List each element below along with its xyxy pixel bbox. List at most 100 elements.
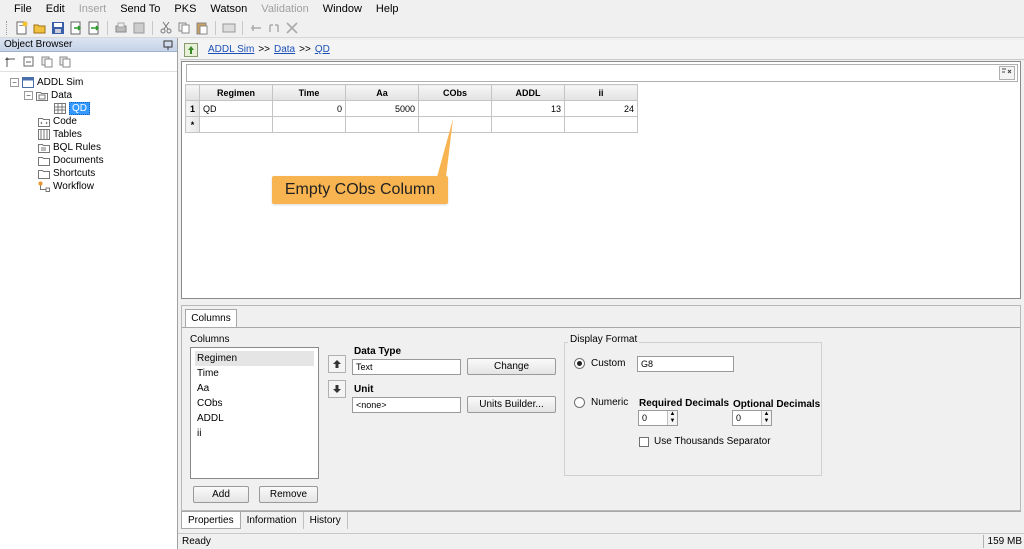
- menu-edit[interactable]: Edit: [40, 0, 73, 18]
- spin-arrows-icon[interactable]: ▲ ▼: [667, 411, 677, 425]
- breadcrumb-link-qd[interactable]: QD: [315, 44, 330, 55]
- cell-empty[interactable]: [491, 116, 565, 133]
- menu-window[interactable]: Window: [317, 0, 370, 18]
- cell-regimen[interactable]: QD: [199, 100, 273, 117]
- tree-node-documents[interactable]: Documents: [0, 154, 177, 167]
- list-item[interactable]: Aa: [195, 381, 314, 396]
- data-type-field[interactable]: Text: [352, 359, 461, 375]
- row-header[interactable]: 1: [185, 100, 200, 117]
- tree-node-bql-rules[interactable]: BQL Rules: [0, 141, 177, 154]
- list-item[interactable]: ii: [195, 426, 314, 441]
- list-item[interactable]: ADDL: [195, 411, 314, 426]
- custom-format-field[interactable]: G8: [637, 356, 734, 372]
- table-icon: [54, 103, 66, 114]
- grid-corner-cell[interactable]: [185, 84, 200, 101]
- status-bar: Ready 159 MB: [178, 533, 1024, 549]
- menu-validation[interactable]: Validation: [255, 0, 317, 18]
- menu-pks[interactable]: PKS: [168, 0, 204, 18]
- filter-input[interactable]: [186, 64, 1018, 82]
- unit-label: Unit: [354, 384, 374, 395]
- move-down-arrow-icon[interactable]: [328, 380, 346, 398]
- tree-node-tables[interactable]: Tables: [0, 128, 177, 141]
- column-header-aa[interactable]: Aa: [345, 84, 419, 101]
- print-icon[interactable]: [113, 20, 129, 36]
- breadcrumb-link-addl-sim[interactable]: ADDL Sim: [208, 44, 254, 55]
- cell-aa[interactable]: 5000: [345, 100, 419, 117]
- cell-empty[interactable]: [345, 116, 419, 133]
- menu-insert[interactable]: Insert: [73, 0, 115, 18]
- copy-icon[interactable]: [176, 20, 192, 36]
- tree-node-workflow[interactable]: Workflow: [0, 180, 177, 193]
- cut-icon[interactable]: [158, 20, 174, 36]
- cell-empty[interactable]: [564, 116, 638, 133]
- cell-ii[interactable]: 24: [564, 100, 638, 117]
- tree-node-addl-sim[interactable]: − ADDL Sim: [0, 76, 177, 89]
- menu-file[interactable]: File: [8, 0, 40, 18]
- new-row-marker[interactable]: *: [185, 116, 200, 133]
- tree-node-qd[interactable]: QD: [0, 102, 177, 115]
- save-icon[interactable]: [50, 20, 66, 36]
- paste-icon[interactable]: [194, 20, 210, 36]
- column-header-ii[interactable]: ii: [564, 84, 638, 101]
- menu-help[interactable]: Help: [370, 0, 407, 18]
- column-header-addl[interactable]: ADDL: [491, 84, 565, 101]
- navigate-up-icon[interactable]: [4, 55, 18, 69]
- go-up-icon[interactable]: [184, 42, 198, 57]
- tab-properties[interactable]: Properties: [181, 512, 241, 529]
- new-document-icon[interactable]: [14, 20, 30, 36]
- spin-arrows-icon[interactable]: ▲ ▼: [761, 411, 771, 425]
- toolbar-grip[interactable]: [6, 20, 9, 35]
- optional-decimals-stepper[interactable]: 0 ▲ ▼: [732, 410, 772, 426]
- copy-object-icon[interactable]: [40, 55, 54, 69]
- delete-icon[interactable]: [284, 20, 300, 36]
- import-icon[interactable]: [68, 20, 84, 36]
- collapse-icon[interactable]: [22, 55, 36, 69]
- breadcrumb-link-data[interactable]: Data: [274, 44, 295, 55]
- columns-list[interactable]: Regimen Time Aa CObs ADDL ii: [190, 347, 319, 479]
- unlink-icon[interactable]: [266, 20, 282, 36]
- cell-cobs[interactable]: [418, 100, 492, 117]
- column-header-regimen[interactable]: Regimen: [199, 84, 273, 101]
- link-icon[interactable]: [248, 20, 264, 36]
- unit-field[interactable]: <none>: [352, 397, 461, 413]
- units-builder-button[interactable]: Units Builder...: [467, 396, 556, 413]
- filter-expression-icon[interactable]: [999, 66, 1015, 80]
- remove-column-button[interactable]: Remove: [259, 486, 318, 503]
- numeric-radio[interactable]: [574, 397, 585, 408]
- menu-watson[interactable]: Watson: [204, 0, 255, 18]
- list-item[interactable]: Regimen: [195, 351, 314, 366]
- menu-send-to[interactable]: Send To: [114, 0, 168, 18]
- cell-empty[interactable]: [418, 116, 492, 133]
- move-up-arrow-icon[interactable]: [328, 355, 346, 373]
- cell-time[interactable]: 0: [272, 100, 346, 117]
- add-column-button[interactable]: Add: [193, 486, 249, 503]
- duplicate-icon[interactable]: [58, 55, 72, 69]
- bql-rules-icon: [38, 144, 50, 153]
- custom-radio[interactable]: [574, 358, 585, 369]
- tree-node-code[interactable]: Code: [0, 115, 177, 128]
- cell-addl[interactable]: 13: [491, 100, 565, 117]
- tab-information[interactable]: Information: [241, 512, 304, 529]
- required-decimals-stepper[interactable]: 0 ▲ ▼: [638, 410, 678, 426]
- toolbar-separator: [215, 20, 216, 35]
- thousands-separator-checkbox[interactable]: [639, 437, 649, 447]
- column-header-cobs[interactable]: CObs: [418, 84, 492, 101]
- pin-icon[interactable]: [163, 40, 173, 50]
- tab-columns[interactable]: Columns: [185, 309, 237, 327]
- cell-empty[interactable]: [272, 116, 346, 133]
- cell-empty[interactable]: [199, 116, 273, 133]
- change-button[interactable]: Change: [467, 358, 556, 375]
- tab-history[interactable]: History: [304, 512, 348, 529]
- export-icon[interactable]: [86, 20, 102, 36]
- list-item[interactable]: CObs: [195, 396, 314, 411]
- project-icon: [22, 77, 34, 88]
- column-header-time[interactable]: Time: [272, 84, 346, 101]
- grid-icon[interactable]: [221, 20, 237, 36]
- tree-node-shortcuts[interactable]: Shortcuts: [0, 167, 177, 180]
- open-folder-icon[interactable]: [32, 20, 48, 36]
- tree-node-data[interactable]: − Data: [0, 89, 177, 102]
- print-preview-icon[interactable]: [131, 20, 147, 36]
- list-item[interactable]: Time: [195, 366, 314, 381]
- collapse-expander-icon[interactable]: −: [10, 78, 19, 87]
- collapse-expander-icon[interactable]: −: [24, 91, 33, 100]
